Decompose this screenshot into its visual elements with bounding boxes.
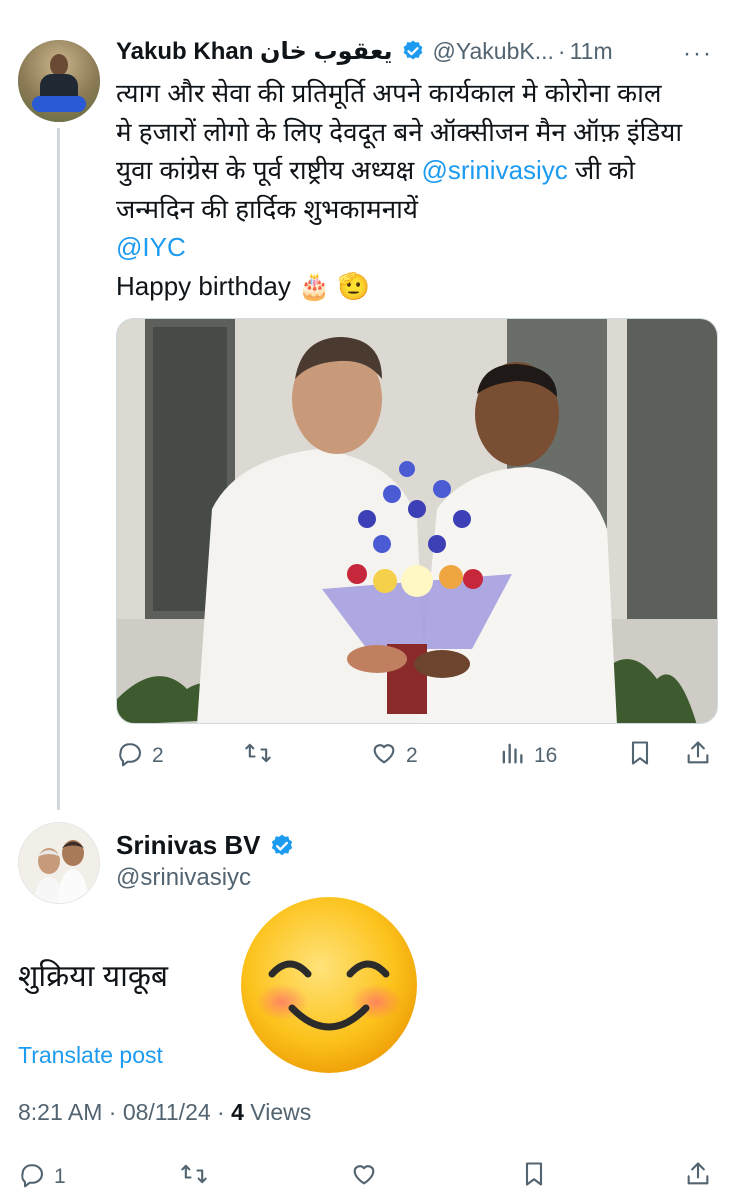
reply-author-name[interactable]: Srinivas BV <box>116 830 261 861</box>
retweet-icon <box>244 739 272 773</box>
bookmark-button[interactable] <box>520 1160 548 1194</box>
more-icon[interactable]: ··· <box>683 40 713 68</box>
tweet-text: त्याग और सेवा की प्रतिमूर्ति अपने कार्यक… <box>116 74 716 305</box>
reply-author-handle[interactable]: @srinivasiyc <box>116 864 251 892</box>
time-separator: · <box>557 37 566 64</box>
retweet-button[interactable] <box>180 1160 208 1194</box>
avatar-yakub[interactable] <box>18 40 100 122</box>
retweet-button[interactable] <box>244 739 272 773</box>
author-handle[interactable]: @YakubK... <box>433 38 554 65</box>
mention-iyc[interactable]: @IYC <box>116 228 716 267</box>
parent-header: Yakub Khan يعقوب خان @YakubK... · 11m <box>116 36 613 66</box>
smiling-face-emoji <box>240 896 418 1074</box>
share-button[interactable] <box>684 739 712 773</box>
like-icon <box>370 739 398 773</box>
text-line-3: युवा कांग्रेस के पूर्व राष्ट्रीय अध्यक्ष… <box>116 151 716 190</box>
avatar-srinivas[interactable] <box>18 822 100 904</box>
reply-button[interactable]: 2 <box>116 739 164 773</box>
like-icon <box>350 1160 378 1194</box>
author-name[interactable]: Yakub Khan يعقوب خان <box>116 37 393 66</box>
bookmark-icon <box>520 1160 548 1194</box>
parent-actions-bar: 2 2 16 <box>0 736 735 776</box>
views-icon <box>498 739 526 773</box>
tweet-photo[interactable] <box>116 318 718 724</box>
post-timestamp[interactable]: 8:21 AM · 08/11/24 · <box>18 1099 231 1125</box>
text-line-3-tail: जी को <box>567 155 635 185</box>
like-button[interactable] <box>350 1160 378 1194</box>
share-icon <box>684 1160 712 1194</box>
like-button[interactable]: 2 <box>370 739 418 773</box>
post-time[interactable]: 11m <box>570 38 613 65</box>
text-line-4: जन्मदिन की हार्दिक शुभकामनायें <box>116 193 418 224</box>
bookmark-icon <box>626 739 654 773</box>
thread-connector-line <box>57 128 60 810</box>
reply-header: Srinivas BV <box>116 830 295 861</box>
views-number: 4 <box>231 1099 244 1125</box>
reply-icon <box>18 1160 46 1194</box>
text-line-2: मे हजारों लोगो के लिए देवदूत बने ऑक्सीजन… <box>116 116 683 147</box>
views-button[interactable]: 16 <box>498 739 557 773</box>
reply-button[interactable]: 1 <box>18 1160 66 1194</box>
mention-srinivasiyc[interactable]: @srinivasiyc <box>422 155 568 185</box>
reply-count: 2 <box>152 744 164 767</box>
text-happy-birthday: Happy birthday 🎂 🫡 <box>116 270 371 301</box>
reply-count: 1 <box>54 1165 66 1188</box>
share-icon <box>684 739 712 773</box>
like-count: 2 <box>406 744 418 767</box>
views-label: Views <box>243 1099 312 1125</box>
translate-post-link[interactable]: Translate post <box>18 1042 163 1069</box>
reply-actions-bar: 1 <box>0 1160 735 1200</box>
reply-text: शुक्रिया याकूब <box>18 960 169 993</box>
retweet-icon <box>180 1160 208 1194</box>
verified-icon <box>401 39 425 63</box>
text-line-3-start: युवा कांग्रेस के पूर्व राष्ट्रीय अध्यक्ष <box>116 155 415 185</box>
views-count: 16 <box>534 744 558 767</box>
share-button[interactable] <box>684 1160 712 1194</box>
post-meta: 8:21 AM · 08/11/24 · 4 Views <box>18 1099 311 1126</box>
text-line-1: त्याग और सेवा की प्रतिमूर्ति अपने कार्यक… <box>116 78 662 108</box>
reply-icon <box>116 739 144 773</box>
bookmark-button[interactable] <box>626 739 654 773</box>
verified-icon <box>269 833 295 859</box>
